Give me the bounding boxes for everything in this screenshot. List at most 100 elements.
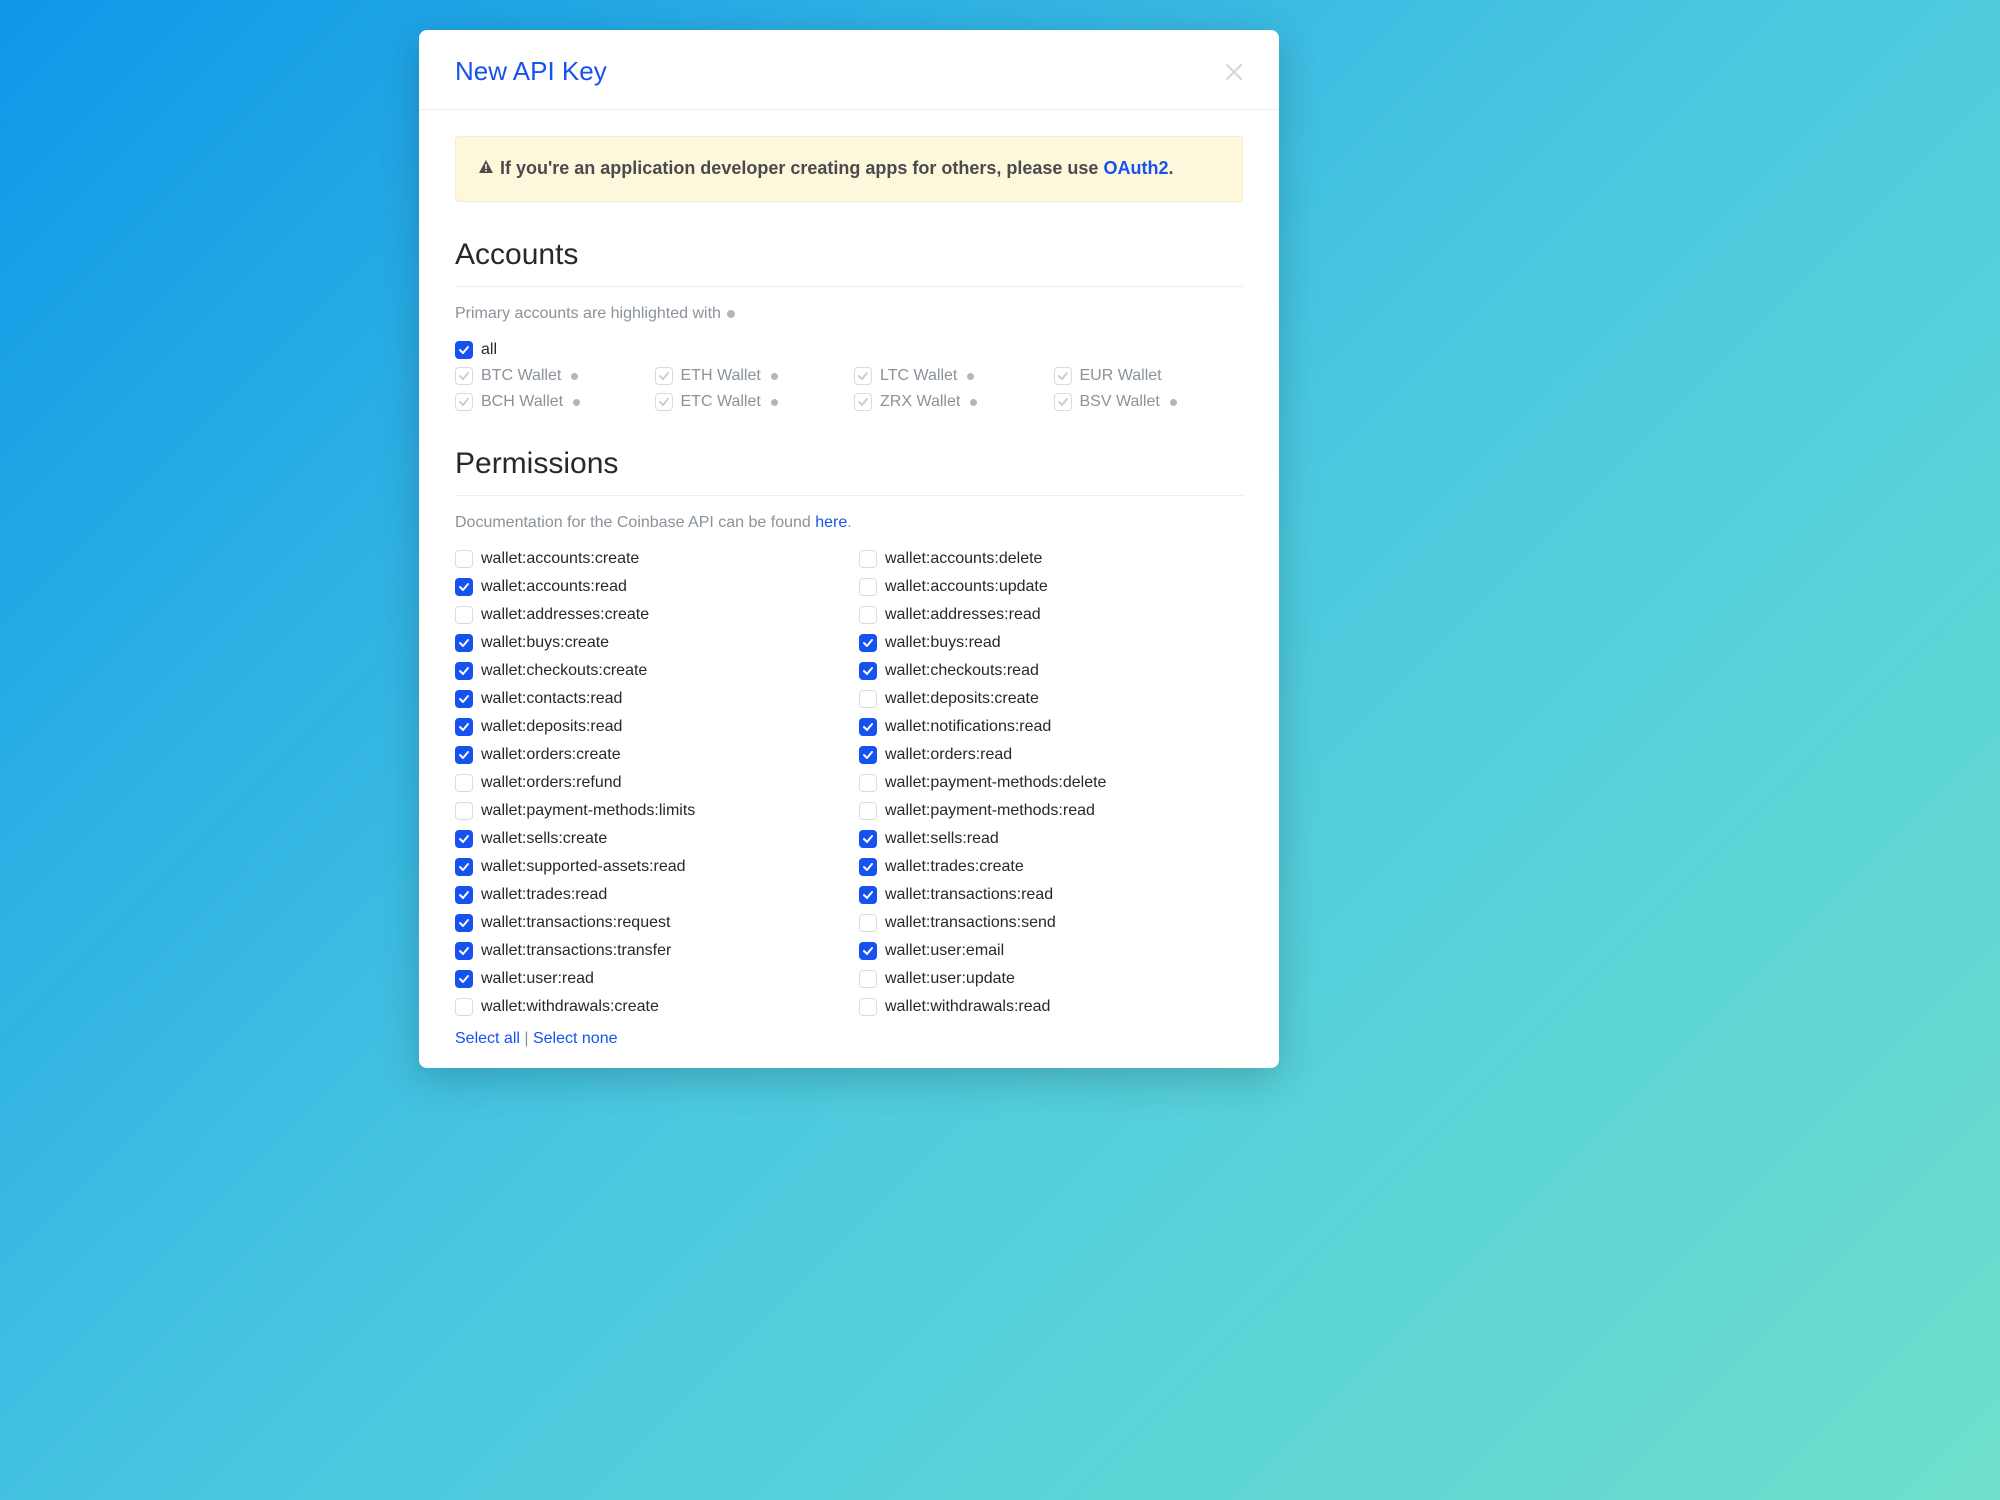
account-all-row[interactable]: all	[455, 341, 1243, 359]
permission-item[interactable]: wallet:addresses:create	[455, 606, 839, 624]
account-checkbox[interactable]	[854, 393, 872, 411]
permission-checkbox[interactable]	[859, 914, 877, 932]
permission-item[interactable]: wallet:transactions:read	[859, 886, 1243, 904]
close-icon[interactable]	[1225, 63, 1243, 81]
checkbox-all[interactable]	[455, 341, 473, 359]
primary-dot-icon	[571, 373, 578, 380]
permission-checkbox[interactable]	[859, 858, 877, 876]
account-item[interactable]: BTC Wallet	[455, 367, 645, 385]
api-docs-link[interactable]: here	[815, 514, 847, 531]
permission-item[interactable]: wallet:payment-methods:read	[859, 802, 1243, 820]
permission-label: wallet:addresses:create	[481, 606, 649, 624]
accounts-subnote: Primary accounts are highlighted with	[455, 305, 1243, 323]
permission-checkbox[interactable]	[859, 662, 877, 680]
permission-item[interactable]: wallet:trades:create	[859, 858, 1243, 876]
account-item[interactable]: ZRX Wallet	[854, 393, 1044, 411]
permission-checkbox[interactable]	[859, 886, 877, 904]
permission-label: wallet:user:read	[481, 970, 594, 988]
permission-checkbox[interactable]	[455, 578, 473, 596]
permission-item[interactable]: wallet:buys:read	[859, 634, 1243, 652]
permission-item[interactable]: wallet:transactions:send	[859, 914, 1243, 932]
permission-checkbox[interactable]	[859, 830, 877, 848]
permission-item[interactable]: wallet:checkouts:create	[455, 662, 839, 680]
permission-item[interactable]: wallet:notifications:read	[859, 718, 1243, 736]
permission-checkbox[interactable]	[859, 690, 877, 708]
permission-item[interactable]: wallet:withdrawals:create	[455, 998, 839, 1016]
permission-checkbox[interactable]	[859, 746, 877, 764]
account-item[interactable]: LTC Wallet	[854, 367, 1044, 385]
permission-item[interactable]: wallet:sells:create	[455, 830, 839, 848]
permission-item[interactable]: wallet:user:update	[859, 970, 1243, 988]
select-none-link[interactable]: Select none	[533, 1030, 618, 1047]
permission-checkbox[interactable]	[859, 578, 877, 596]
permission-item[interactable]: wallet:buys:create	[455, 634, 839, 652]
permission-item[interactable]: wallet:accounts:update	[859, 578, 1243, 596]
permission-checkbox[interactable]	[859, 550, 877, 568]
permission-item[interactable]: wallet:accounts:delete	[859, 550, 1243, 568]
account-checkbox[interactable]	[1054, 393, 1072, 411]
permission-item[interactable]: wallet:payment-methods:delete	[859, 774, 1243, 792]
permission-item[interactable]: wallet:user:read	[455, 970, 839, 988]
permission-checkbox[interactable]	[455, 690, 473, 708]
permission-item[interactable]: wallet:orders:create	[455, 746, 839, 764]
account-checkbox[interactable]	[854, 367, 872, 385]
permission-checkbox[interactable]	[455, 606, 473, 624]
permission-item[interactable]: wallet:user:email	[859, 942, 1243, 960]
permission-checkbox[interactable]	[455, 802, 473, 820]
permission-item[interactable]: wallet:deposits:read	[455, 718, 839, 736]
permission-item[interactable]: wallet:addresses:read	[859, 606, 1243, 624]
account-checkbox[interactable]	[655, 367, 673, 385]
account-checkbox[interactable]	[455, 393, 473, 411]
permission-item[interactable]: wallet:accounts:read	[455, 578, 839, 596]
permission-item[interactable]: wallet:transactions:transfer	[455, 942, 839, 960]
account-item[interactable]: EUR Wallet	[1054, 367, 1244, 385]
permission-item[interactable]: wallet:orders:read	[859, 746, 1243, 764]
permission-item[interactable]: wallet:deposits:create	[859, 690, 1243, 708]
permission-checkbox[interactable]	[455, 550, 473, 568]
permission-checkbox[interactable]	[455, 942, 473, 960]
permission-checkbox[interactable]	[455, 718, 473, 736]
permission-label: wallet:transactions:request	[481, 914, 670, 932]
permission-checkbox[interactable]	[859, 634, 877, 652]
permission-checkbox[interactable]	[859, 998, 877, 1016]
permission-item[interactable]: wallet:transactions:request	[455, 914, 839, 932]
permission-item[interactable]: wallet:contacts:read	[455, 690, 839, 708]
oauth2-link[interactable]: OAuth2	[1103, 158, 1168, 178]
permission-checkbox[interactable]	[455, 774, 473, 792]
doc-text-after: .	[847, 514, 851, 531]
account-item[interactable]: ETC Wallet	[655, 393, 845, 411]
permission-item[interactable]: wallet:trades:read	[455, 886, 839, 904]
account-checkbox[interactable]	[1054, 367, 1072, 385]
permission-checkbox[interactable]	[455, 634, 473, 652]
accounts-list: all BTC Wallet ETH Wallet LTC Wallet EUR Wa…	[455, 341, 1243, 411]
permission-checkbox[interactable]	[859, 774, 877, 792]
permission-checkbox[interactable]	[455, 830, 473, 848]
permission-checkbox[interactable]	[859, 606, 877, 624]
account-item[interactable]: ETH Wallet	[655, 367, 845, 385]
permission-checkbox[interactable]	[859, 970, 877, 988]
permission-checkbox[interactable]	[455, 970, 473, 988]
permission-item[interactable]: wallet:payment-methods:limits	[455, 802, 839, 820]
permission-checkbox[interactable]	[455, 886, 473, 904]
permission-checkbox[interactable]	[455, 858, 473, 876]
permission-checkbox[interactable]	[455, 662, 473, 680]
permission-item[interactable]: wallet:withdrawals:read	[859, 998, 1243, 1016]
permission-checkbox[interactable]	[859, 802, 877, 820]
permission-checkbox[interactable]	[455, 914, 473, 932]
permission-checkbox[interactable]	[455, 746, 473, 764]
permission-item[interactable]: wallet:checkouts:read	[859, 662, 1243, 680]
account-checkbox[interactable]	[655, 393, 673, 411]
account-label: LTC Wallet	[880, 367, 957, 385]
account-item[interactable]: BCH Wallet	[455, 393, 645, 411]
account-item[interactable]: BSV Wallet	[1054, 393, 1244, 411]
permission-item[interactable]: wallet:sells:read	[859, 830, 1243, 848]
permission-item[interactable]: wallet:orders:refund	[455, 774, 839, 792]
select-all-link[interactable]: Select all	[455, 1030, 520, 1047]
permission-checkbox[interactable]	[455, 998, 473, 1016]
permission-item[interactable]: wallet:supported-assets:read	[455, 858, 839, 876]
account-label: BTC Wallet	[481, 367, 561, 385]
account-checkbox[interactable]	[455, 367, 473, 385]
permission-item[interactable]: wallet:accounts:create	[455, 550, 839, 568]
permission-checkbox[interactable]	[859, 718, 877, 736]
permission-checkbox[interactable]	[859, 942, 877, 960]
